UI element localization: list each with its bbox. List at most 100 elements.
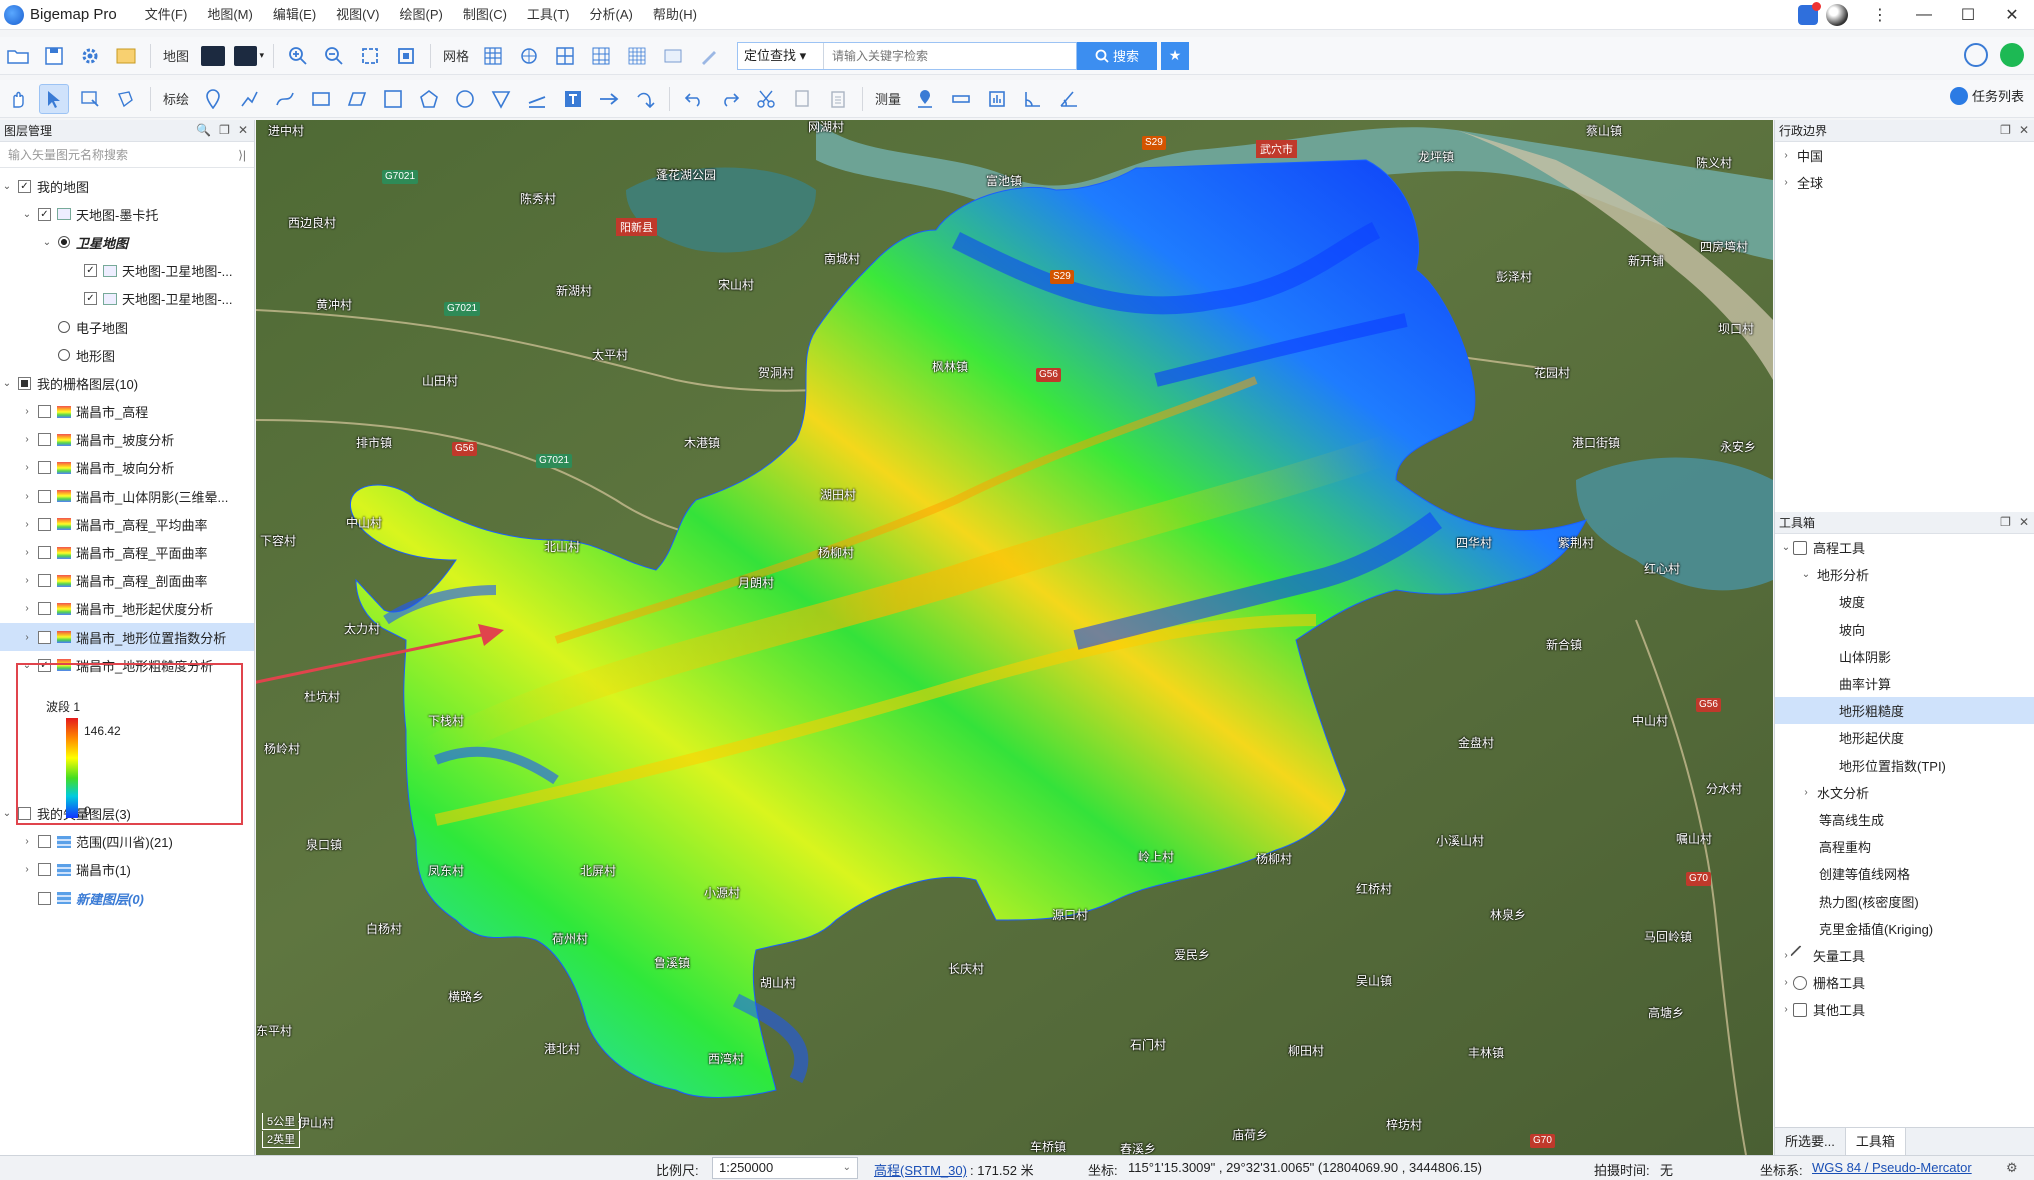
tree-electronic[interactable]: 电子地图 <box>0 313 254 341</box>
search-button[interactable]: 搜索 <box>1077 41 1158 70</box>
raster-layer-6[interactable]: › 瑞昌市_高程_剖面曲率 <box>0 567 254 595</box>
search-icon[interactable]: 🔍 <box>196 123 211 137</box>
tool-other[interactable]: › 其他工具 <box>1775 996 2034 1023</box>
raster-layer-3[interactable]: › 瑞昌市_山体阴影(三维晕... <box>0 482 254 510</box>
more-icon[interactable]: ⋮ <box>1858 0 1902 30</box>
map-label[interactable]: 地图 <box>163 46 189 65</box>
raster-layer-5[interactable]: › 瑞昌市_高程_平面曲率 <box>0 538 254 566</box>
pan-hand-icon[interactable] <box>3 84 33 114</box>
checkbox[interactable] <box>38 835 51 849</box>
scale-select[interactable]: 1:250000 ⌄ <box>712 1157 858 1179</box>
vector-layer-0[interactable]: › 范围(四川省)(21) <box>0 828 254 856</box>
redo-icon[interactable] <box>715 84 745 114</box>
layer-search-field[interactable]: 输入矢量图元名称搜索 ⟩| <box>0 142 254 168</box>
parallelogram-icon[interactable] <box>342 84 372 114</box>
search-input[interactable] <box>824 42 1077 69</box>
measure-point-icon[interactable] <box>910 84 940 114</box>
avatar[interactable] <box>1826 4 1848 26</box>
tool-raster[interactable]: › 栅格工具 <box>1775 969 2034 996</box>
square-icon[interactable] <box>378 84 408 114</box>
checkbox[interactable] <box>38 546 51 560</box>
pentagon-icon[interactable] <box>414 84 444 114</box>
radio[interactable] <box>58 349 70 362</box>
tree-my-map[interactable]: ⌄ ✓ 我的地图 <box>0 172 254 200</box>
checkbox[interactable] <box>38 489 51 503</box>
curve-icon[interactable] <box>270 84 300 114</box>
checkbox[interactable] <box>38 461 51 475</box>
select-rect-icon[interactable] <box>75 84 105 114</box>
tool-tpi[interactable]: 地形位置指数(TPI) <box>1775 752 2034 779</box>
favorite-star-button[interactable]: ★ <box>1161 41 1190 70</box>
tree-sat-sub1[interactable]: ✓ 天地图-卫星地图-... <box>0 257 254 285</box>
tree-terrain[interactable]: 地形图 <box>0 341 254 369</box>
elevation-source-link[interactable]: 高程(SRTM_30) <box>874 1160 967 1179</box>
tool-aspect[interactable]: 坡向 <box>1775 616 2034 643</box>
settings-gear-icon[interactable] <box>75 41 105 71</box>
paste-icon[interactable] <box>823 84 853 114</box>
menu-tools[interactable]: 工具(T) <box>517 0 580 30</box>
zoom-extent-icon[interactable] <box>355 41 385 71</box>
shield-icon[interactable] <box>1964 43 1988 67</box>
menu-edit[interactable]: 编辑(E) <box>263 0 326 30</box>
tree-raster-group[interactable]: ⌄ 我的栅格图层(10) <box>0 369 254 397</box>
menu-view[interactable]: 视图(V) <box>326 0 389 30</box>
grid-sheet-icon[interactable] <box>586 41 616 71</box>
maximize-button[interactable]: ☐ <box>1946 0 1990 30</box>
checkbox[interactable] <box>38 574 51 588</box>
globe-grid-icon[interactable] <box>514 41 544 71</box>
close-icon[interactable]: ✕ <box>2019 515 2029 529</box>
collapse-icon[interactable]: ⟩| <box>238 148 246 162</box>
wechat-icon[interactable] <box>2000 43 2024 67</box>
raster-layer-7[interactable]: › 瑞昌市_地形起伏度分析 <box>0 595 254 623</box>
notification-icon[interactable] <box>1798 2 1821 25</box>
open-folder-icon[interactable] <box>3 41 33 71</box>
triangle-icon[interactable] <box>486 84 516 114</box>
full-extent-icon[interactable] <box>391 41 421 71</box>
checkbox-partial[interactable] <box>18 376 31 390</box>
copy-icon[interactable] <box>787 84 817 114</box>
annotate-label[interactable]: 标绘 <box>163 89 189 108</box>
tool-roughness[interactable]: 地形粗糙度 <box>1775 697 2034 725</box>
crs-link[interactable]: WGS 84 / Pseudo-Mercator <box>1812 1160 1972 1175</box>
tree-tianditu[interactable]: ⌄ ✓ 天地图-墨卡托 <box>0 200 254 228</box>
tool-hillshade[interactable]: 山体阴影 <box>1775 643 2034 670</box>
checkbox[interactable] <box>38 405 51 419</box>
float-window-icon[interactable]: ❐ <box>219 123 230 137</box>
undo-icon[interactable] <box>679 84 709 114</box>
map-layer-dropdown-icon[interactable]: ▾ <box>234 41 264 71</box>
raster-layer-8[interactable]: › 瑞昌市_地形位置指数分析 <box>0 623 254 652</box>
select-arrow-icon[interactable] <box>39 83 69 114</box>
export-image-icon[interactable] <box>658 41 688 71</box>
text-icon[interactable] <box>558 84 588 114</box>
save-icon[interactable] <box>39 41 69 71</box>
checkbox[interactable] <box>38 602 51 616</box>
tool-terrain-analysis[interactable]: ⌄ 地形分析 <box>1775 561 2034 588</box>
vector-layer-2[interactable]: 新建图层(0) <box>0 884 254 912</box>
radio-selected[interactable] <box>58 236 70 249</box>
close-button[interactable]: ✕ <box>1990 0 2034 30</box>
circle-icon[interactable] <box>450 84 480 114</box>
checkbox[interactable] <box>38 891 51 905</box>
tool-slope[interactable]: 坡度 <box>1775 588 2034 615</box>
measure-distance-icon[interactable] <box>946 84 976 114</box>
close-icon[interactable]: ✕ <box>2019 123 2029 137</box>
tree-satellite[interactable]: ⌄ 卫星地图 <box>0 228 254 256</box>
pen-icon[interactable] <box>694 41 724 71</box>
tool-contour[interactable]: 等高线生成 <box>1775 806 2034 833</box>
satellite-map-icon[interactable] <box>198 41 228 71</box>
ruler-line-icon[interactable] <box>522 84 552 114</box>
select-polygon-icon[interactable] <box>111 84 141 114</box>
raster-layer-4[interactable]: › 瑞昌市_高程_平均曲率 <box>0 510 254 538</box>
checkbox[interactable]: ✓ <box>18 179 31 193</box>
menu-analysis[interactable]: 分析(A) <box>580 0 643 30</box>
menu-draw[interactable]: 绘图(P) <box>390 0 453 30</box>
minimize-button[interactable]: — <box>1902 0 1946 30</box>
marker-icon[interactable] <box>198 84 228 114</box>
menu-file[interactable]: 文件(F) <box>135 0 198 30</box>
tool-vector[interactable]: › 矢量工具 <box>1775 942 2034 969</box>
curved-arrow-icon[interactable] <box>630 84 660 114</box>
close-icon[interactable]: ✕ <box>238 123 248 137</box>
admin-item-global[interactable]: › 全球 <box>1775 169 2034 196</box>
grid-label[interactable]: 网格 <box>443 46 469 65</box>
tool-kriging[interactable]: 克里金插值(Kriging) <box>1775 915 2034 942</box>
